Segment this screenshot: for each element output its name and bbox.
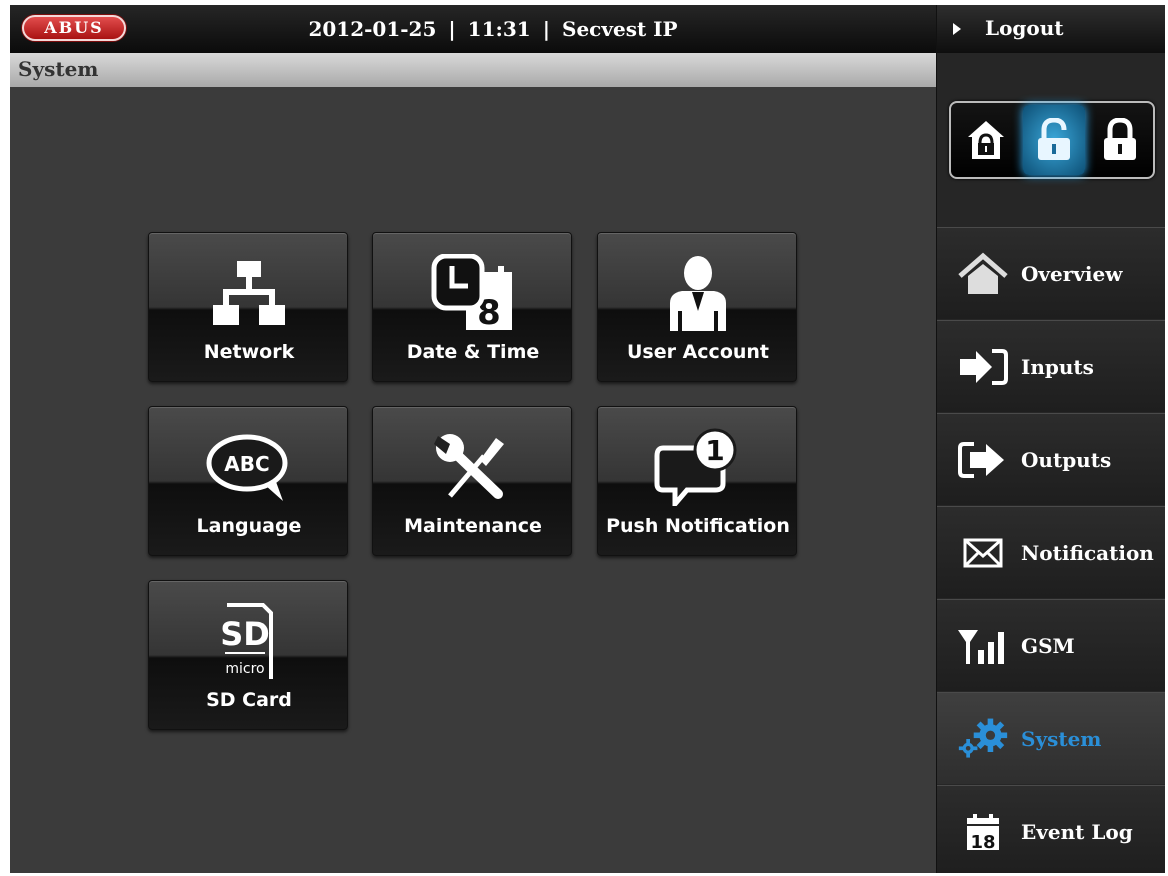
calendar-icon: 18: [957, 808, 1009, 856]
output-arrow-icon: [957, 436, 1009, 484]
nav-item-gsm[interactable]: GSM: [937, 599, 1165, 691]
nav-item-event-log[interactable]: 18 Event Log: [937, 785, 1165, 873]
nav-item-outputs[interactable]: Outputs: [937, 413, 1165, 505]
tile-push-notification[interactable]: 1 Push Notification: [597, 406, 797, 556]
nav-item-system[interactable]: System: [937, 692, 1165, 784]
tile-label: SD Card: [206, 689, 292, 711]
sd-card-micro-text: micro: [225, 661, 264, 677]
logout-button[interactable]: Logout: [937, 5, 1165, 53]
header-status: 2012-01-25 | 11:31 | Secvest IP: [10, 5, 936, 53]
nav-label: Event Log: [1021, 820, 1133, 844]
play-arrow-icon: [953, 23, 961, 35]
logout-label: Logout: [985, 16, 1064, 40]
signal-bars-icon: [957, 622, 1009, 670]
arm-state-selector: [949, 101, 1155, 179]
tools-icon: [373, 429, 573, 505]
calendar-clock-icon: 8: [373, 254, 573, 332]
nav-label: System: [1021, 727, 1102, 751]
notification-badge: 1: [705, 434, 724, 467]
tile-network[interactable]: Network: [148, 232, 348, 382]
header-device-name: Secvest IP: [562, 17, 678, 41]
nav-label: Inputs: [1021, 355, 1094, 379]
locked-icon[interactable]: [1089, 109, 1151, 171]
envelope-icon: [957, 529, 1009, 577]
nav-label: Overview: [1021, 262, 1123, 286]
speech-bubble-icon: ABC: [149, 429, 349, 505]
home-lock-icon[interactable]: [955, 109, 1017, 171]
home-icon: [957, 250, 1009, 298]
tile-label: Language: [196, 515, 302, 537]
nav-item-inputs[interactable]: Inputs: [937, 320, 1165, 412]
language-abc-text: ABC: [224, 452, 269, 476]
header-date: 2012-01-25: [308, 17, 437, 41]
nav-label: Notification: [1021, 541, 1154, 565]
tile-label: Network: [203, 341, 295, 363]
input-arrow-icon: [957, 343, 1009, 391]
top-header: ABUS 2012-01-25 | 11:31 | Secvest IP: [10, 5, 936, 53]
tile-maintenance[interactable]: Maintenance: [372, 406, 572, 556]
tile-label: Date & Time: [406, 341, 540, 363]
tile-user-account[interactable]: User Account: [597, 232, 797, 382]
tile-language[interactable]: ABC Language: [148, 406, 348, 556]
tile-label: Maintenance: [404, 515, 542, 537]
tile-sd-card[interactable]: SD micro SD Card: [148, 580, 348, 730]
header-separator: |: [448, 17, 456, 41]
app-window: ABUS 2012-01-25 | 11:31 | Secvest IP System …: [10, 5, 1165, 873]
sd-card-text: SD: [221, 615, 270, 653]
user-icon: [598, 255, 798, 331]
page-title: System: [18, 57, 99, 81]
nav-label: GSM: [1021, 634, 1075, 658]
title-bar: System: [10, 53, 936, 87]
unlocked-icon[interactable]: [1023, 109, 1085, 171]
tile-date-time[interactable]: 8 Date & Time: [372, 232, 572, 382]
gears-icon: [957, 715, 1009, 763]
header-time: 11:31: [467, 17, 531, 41]
right-sidebar: Logout Overview Inputs Outputs Notificat…: [936, 5, 1165, 873]
header-separator: |: [542, 17, 550, 41]
tile-label: User Account: [626, 341, 770, 363]
nav-label: Outputs: [1021, 448, 1112, 472]
nav-item-notification[interactable]: Notification: [937, 506, 1165, 598]
sd-card-icon: SD micro: [149, 603, 349, 679]
notification-bubble-icon: 1: [598, 428, 798, 506]
network-icon: [149, 255, 349, 331]
tile-label: Push Notification: [606, 515, 790, 537]
nav-item-overview[interactable]: Overview: [937, 227, 1165, 319]
calendar-day-number: 18: [970, 832, 995, 852]
